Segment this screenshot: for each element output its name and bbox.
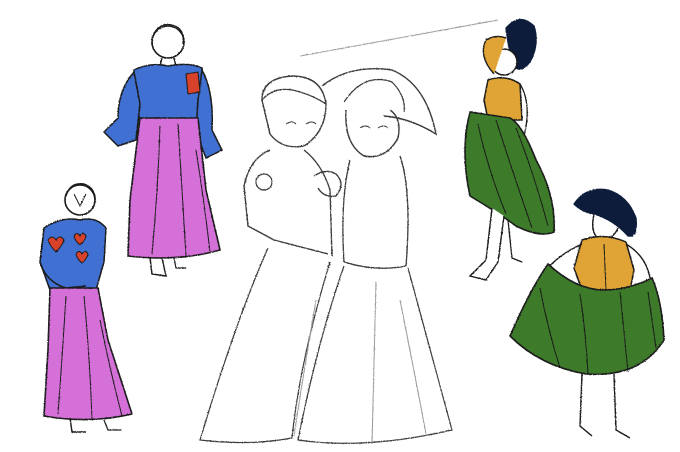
straw-hat xyxy=(321,68,438,136)
head xyxy=(151,25,185,59)
sketch-canvas xyxy=(0,0,680,452)
figure-blue-top-pink-skirt-back xyxy=(102,23,224,277)
green-skirt xyxy=(464,111,555,235)
yellow-top xyxy=(483,77,523,121)
figure-blue-top-pink-skirt-front xyxy=(39,183,134,433)
left-skirt xyxy=(199,247,331,444)
couple-sketch xyxy=(199,19,499,445)
left-person-head xyxy=(261,75,327,148)
pink-skirt xyxy=(43,287,134,421)
sketch-artwork xyxy=(39,18,665,445)
figure-green-skirt-hat-raised xyxy=(464,18,555,281)
